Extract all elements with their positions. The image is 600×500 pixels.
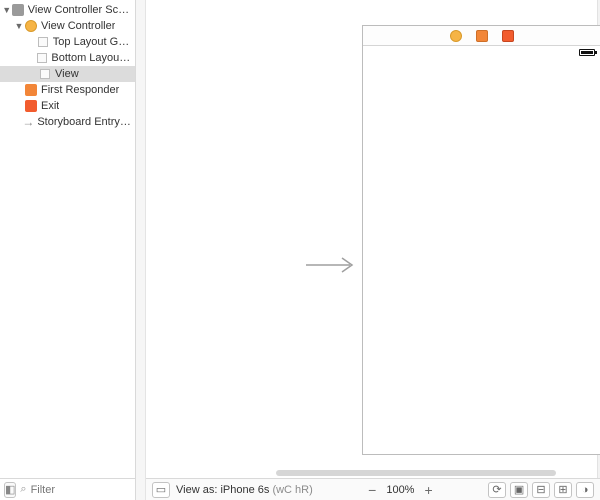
zoom-control: − 100% + (368, 482, 433, 498)
entry-arrow-icon: → (22, 115, 34, 129)
canvas-bottom-bar: ▭ View as: iPhone 6s (wC hR) − 100% + ⟳ … (146, 478, 600, 500)
exit-icon (24, 99, 38, 113)
search-icon: ⌕ (20, 483, 26, 496)
horizontal-scrollbar[interactable] (276, 470, 556, 476)
toggle-outline-button[interactable]: ▭ (152, 482, 170, 498)
entry-point-row[interactable]: → Storyboard Entry Poi… (0, 114, 135, 130)
document-outline: ▼ View Controller Scene ▼ View Controlle… (0, 0, 136, 500)
view-row[interactable]: View (0, 66, 135, 82)
scene-icon (12, 3, 25, 17)
outline-tree: ▼ View Controller Scene ▼ View Controlle… (0, 0, 135, 478)
zoom-value: 100% (386, 484, 414, 496)
exit-row[interactable]: Exit (0, 98, 135, 114)
update-frames-button[interactable]: ⟳ (488, 482, 506, 498)
view-as-label: View as: (176, 484, 217, 496)
scene-row[interactable]: ▼ View Controller Scene (0, 2, 135, 18)
exit-label: Exit (41, 100, 59, 112)
status-bar (363, 46, 600, 60)
view-controller-row[interactable]: ▼ View Controller (0, 18, 135, 34)
scene-dock (363, 26, 600, 46)
dock-view-controller-icon[interactable] (450, 30, 462, 42)
view-controller-icon (24, 19, 38, 33)
constraint-tools: ⟳ ▣ ⊟ ⊞ ◑ (488, 482, 594, 498)
embed-in-button[interactable]: ▣ (510, 482, 528, 498)
view-as-device: iPhone 6s (220, 484, 269, 496)
filter-mode-button[interactable]: ◧ (4, 482, 16, 498)
top-layout-row[interactable]: Top Layout Guide (0, 34, 135, 50)
pin-button[interactable]: ⊞ (554, 482, 572, 498)
device-frame[interactable] (362, 25, 600, 455)
first-responder-row[interactable]: First Responder (0, 82, 135, 98)
view-controller-label: View Controller (41, 20, 115, 32)
first-responder-label: First Responder (41, 84, 119, 96)
view-as-traits: (wC hR) (272, 484, 312, 496)
app-root: ▼ View Controller Scene ▼ View Controlle… (0, 0, 600, 500)
filter-bar: ◧ ⌕ (0, 478, 135, 500)
disclosure-triangle-icon[interactable]: ▼ (14, 21, 24, 31)
canvas-pane[interactable]: ▭ View as: iPhone 6s (wC hR) − 100% + ⟳ … (136, 0, 600, 500)
layout-guide-icon (37, 51, 49, 65)
top-layout-label: Top Layout Guide (53, 36, 131, 48)
view-label: View (55, 68, 79, 80)
canvas-gutter (136, 0, 146, 500)
resolve-issues-button[interactable]: ◑ (576, 482, 594, 498)
view-icon (38, 67, 52, 81)
entry-label: Storyboard Entry Poi… (37, 116, 131, 128)
entry-point-arrow-icon (306, 255, 356, 275)
align-button[interactable]: ⊟ (532, 482, 550, 498)
zoom-in-button[interactable]: + (424, 482, 432, 498)
bottom-layout-row[interactable]: Bottom Layout G… (0, 50, 135, 66)
layout-guide-icon (37, 35, 50, 49)
battery-icon (579, 49, 595, 56)
first-responder-icon (24, 83, 38, 97)
zoom-out-button[interactable]: − (368, 482, 376, 498)
view-as-control[interactable]: View as: iPhone 6s (wC hR) (176, 484, 313, 496)
bottom-layout-label: Bottom Layout G… (51, 52, 131, 64)
dock-exit-icon[interactable] (502, 30, 514, 42)
dock-first-responder-icon[interactable] (476, 30, 488, 42)
scene-label: View Controller Scene (28, 4, 131, 16)
disclosure-triangle-icon[interactable]: ▼ (2, 5, 12, 15)
